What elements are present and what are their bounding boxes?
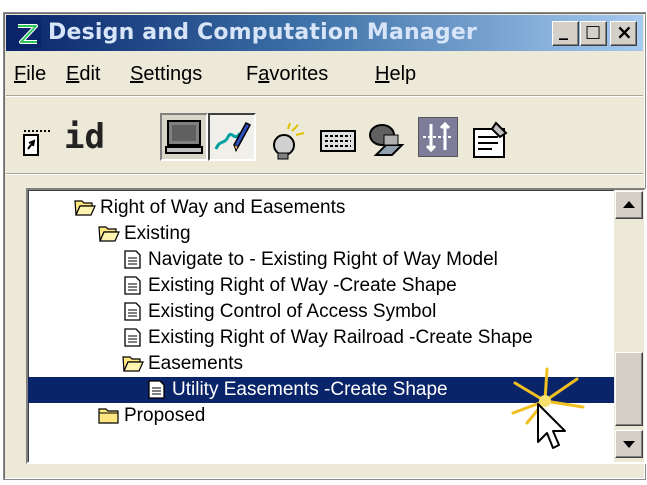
menu-file-label: ile xyxy=(26,63,47,85)
document-icon xyxy=(122,328,144,347)
design-pen-icon xyxy=(214,122,252,153)
tree-item-label: Proposed xyxy=(124,405,206,426)
menu-bar: File Edit Settings Favorites Help xyxy=(8,57,641,91)
tunnel-icon[interactable] xyxy=(366,121,408,161)
lightbulb-icon[interactable] xyxy=(268,121,308,161)
close-icon: × xyxy=(616,20,633,44)
arrow-up-icon xyxy=(623,201,635,208)
design-pen-button[interactable] xyxy=(208,113,256,161)
tree-item-label: Right of Way and Easements xyxy=(100,197,346,218)
menu-favorites-pre: F xyxy=(246,63,259,85)
tree-item-label: Utility Easements -Create Shape xyxy=(172,379,448,400)
place-cell-icon[interactable] xyxy=(20,123,56,159)
document-icon xyxy=(122,302,144,321)
window-title: Design and Computation Manager xyxy=(48,20,478,45)
toolbar: id xyxy=(10,103,639,173)
menu-help-accel: H xyxy=(375,63,390,85)
menu-help[interactable]: Help xyxy=(375,63,416,86)
tree-item[interactable]: Existing Right of Way Railroad -Create S… xyxy=(28,325,614,351)
open-folder-icon xyxy=(74,198,96,217)
open-folder-icon xyxy=(98,224,120,243)
tree-item-label: Existing xyxy=(124,223,191,244)
maximize-button[interactable]: □ xyxy=(580,21,607,46)
open-folder-icon xyxy=(122,354,144,373)
menu-settings-accel: S xyxy=(130,63,144,85)
tree-item-label: Existing Control of Access Symbol xyxy=(148,301,437,322)
mouse-cursor-icon xyxy=(537,403,566,449)
minimize-icon: _ xyxy=(559,20,568,41)
menu-favorites-accel: a xyxy=(258,63,270,85)
vertical-scrollbar[interactable] xyxy=(614,190,644,462)
tree-item[interactable]: Navigate to - Existing Right of Way Mode… xyxy=(28,247,614,273)
toolbar-separator xyxy=(6,173,643,175)
menu-help-label: elp xyxy=(389,63,417,85)
minimize-button[interactable]: _ xyxy=(552,20,579,46)
app-logo-icon xyxy=(13,20,41,48)
compass-arrows-icon xyxy=(423,121,453,153)
menu-edit-label: dit xyxy=(79,63,101,85)
dialog-settings-icon[interactable] xyxy=(470,119,512,161)
menu-settings[interactable]: Settings xyxy=(130,63,202,86)
tree-item-label: Navigate to - Existing Right of Way Mode… xyxy=(148,249,498,270)
tree-item[interactable]: Existing xyxy=(28,221,614,247)
menu-favorites[interactable]: Favorites xyxy=(246,63,328,86)
close-button[interactable]: × xyxy=(610,20,637,46)
document-icon xyxy=(122,276,144,295)
scroll-down-button[interactable] xyxy=(615,430,643,458)
arrow-down-icon xyxy=(623,441,635,448)
menu-file-accel: F xyxy=(14,63,27,85)
tree-item-label: Existing Right of Way -Create Shape xyxy=(148,275,457,296)
closed-folder-icon xyxy=(98,406,120,425)
tree-item[interactable]: Existing Right of Way -Create Shape xyxy=(28,273,614,299)
monitor-icon xyxy=(165,120,203,154)
title-bar[interactable]: Design and Computation Manager _ □ × xyxy=(6,15,643,51)
tree-item[interactable]: Right of Way and Easements xyxy=(28,195,614,221)
compass-arrows-button[interactable] xyxy=(418,117,458,157)
id-icon[interactable]: id xyxy=(64,117,105,157)
scroll-up-button[interactable] xyxy=(615,191,643,219)
monitor-button[interactable] xyxy=(160,113,208,161)
menu-edit[interactable]: Edit xyxy=(66,63,100,86)
document-icon xyxy=(146,380,168,399)
tree-item-label: Easements xyxy=(148,353,244,374)
document-icon xyxy=(122,250,144,269)
scroll-thumb[interactable] xyxy=(615,352,643,426)
keyboard-icon[interactable] xyxy=(318,123,358,159)
menu-settings-label: ettings xyxy=(143,63,203,85)
menu-file[interactable]: File xyxy=(14,63,46,86)
tree-item-label: Existing Right of Way Railroad -Create S… xyxy=(148,327,533,348)
menu-edit-accel: E xyxy=(66,63,80,85)
menu-favorites-label: vorites xyxy=(269,63,329,85)
maximize-icon: □ xyxy=(585,22,602,42)
menu-separator xyxy=(6,95,643,97)
tree-item[interactable]: Existing Control of Access Symbol xyxy=(28,299,614,325)
